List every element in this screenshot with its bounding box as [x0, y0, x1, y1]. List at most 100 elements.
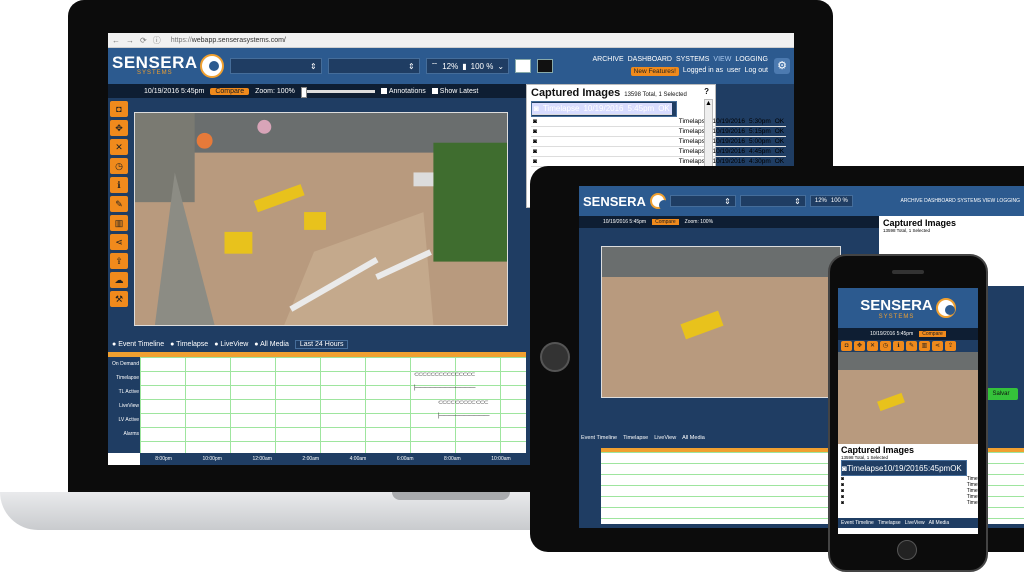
table-row[interactable]: ◙ Timelapse 10/19/2016 5:45pm OK	[841, 460, 967, 476]
logo[interactable]: SENSERA SYSTEMS	[112, 54, 224, 78]
clock-icon[interactable]: ◷	[110, 158, 128, 174]
phone-tab-liveview[interactable]: LiveView	[905, 520, 925, 526]
address-bar[interactable]: https://webapp.senserasystems.com/	[171, 37, 286, 44]
tablet-project-select[interactable]: ⇕	[669, 195, 736, 207]
annotations-checkbox[interactable]	[380, 87, 387, 94]
zoom-slider[interactable]	[300, 86, 375, 98]
tablet-tab-event-timeline[interactable]: Event Timeline	[581, 435, 617, 441]
share-icon[interactable]: ⋖	[110, 234, 128, 250]
tablet-menu-view[interactable]: VIEW	[982, 198, 995, 204]
phone-speaker	[892, 270, 924, 274]
row-camera-icon: ◙	[531, 146, 677, 157]
phone-move-icon[interactable]: ✥	[854, 341, 865, 351]
table-row[interactable]: ◙Timelapse10/19/20165:00pmOK	[531, 136, 787, 147]
view-split-button[interactable]	[515, 59, 532, 73]
trash-icon[interactable]: ▥	[110, 215, 128, 231]
table-row[interactable]: ◙Timelapse10/19/20165:30pmOK	[531, 117, 787, 127]
phone-tools-icon[interactable]: ✕	[867, 341, 878, 351]
phone-photo[interactable]	[838, 352, 978, 444]
upload-icon[interactable]: ⇪	[110, 253, 128, 269]
phone-upload-icon[interactable]: ⇪	[945, 341, 956, 351]
device-mockup: ← → ⟳ ⓘ https://webapp.senserasystems.co…	[0, 0, 1024, 576]
tablet-menu-logging[interactable]: LOGGING	[997, 198, 1020, 204]
camera-select[interactable]: ⇕	[327, 58, 420, 74]
tablet-tab-all-media[interactable]: All Media	[682, 435, 705, 441]
phone-tab-event-timeline[interactable]: Event Timeline	[841, 520, 874, 526]
range-select[interactable]: Last 24 Hours	[294, 339, 349, 349]
phone-trash-icon[interactable]: ▥	[919, 341, 930, 351]
annotations-toggle[interactable]: Annotations	[380, 87, 426, 95]
tab-event-timeline[interactable]: ● Event Timeline	[112, 341, 164, 348]
info-icon[interactable]: ℹ	[110, 177, 128, 193]
row-date: 10/19/2016	[710, 146, 748, 157]
tablet-save-button[interactable]: Salvar	[984, 388, 1018, 400]
tablet-battery: 100 %	[830, 198, 848, 204]
tablet-menu-archive[interactable]: ARCHIVE	[900, 198, 922, 204]
phone-tab-all-media[interactable]: All Media	[929, 520, 950, 526]
table-row[interactable]: ◙Timelapse10/19/20164:30pmOK	[841, 500, 978, 506]
forward-icon[interactable]: →	[126, 36, 134, 45]
tablet-photo[interactable]	[601, 246, 841, 398]
logout-link[interactable]: Log out	[745, 67, 768, 76]
battery-icon: ▮	[462, 61, 467, 71]
tablet-camera-select[interactable]: ⇕	[739, 195, 806, 207]
captured-table: ◙ Timelapse 10/19/2016 5:45pm OK ◙ Timelapse 10…	[531, 101, 787, 167]
row-status: OK	[772, 126, 787, 137]
tablet-menu[interactable]: ARCHIVE DASHBOARD SYSTEMS VIEW LOGGING	[900, 198, 1020, 204]
phone-timeline-tabs: Event Timeline Timelapse LiveView All Me…	[838, 518, 978, 528]
reload-icon[interactable]: ⟳	[140, 36, 147, 45]
table-row[interactable]: ◙ Timelapse 10/19/2016 5:45pm OK	[531, 101, 677, 117]
pencil-icon[interactable]: ✎	[110, 196, 128, 212]
menu-systems[interactable]: SYSTEMS	[676, 56, 709, 63]
tablet-menu-systems[interactable]: SYSTEMS	[957, 198, 981, 204]
view-single-button[interactable]	[537, 59, 554, 73]
tab-all-media[interactable]: ● All Media	[254, 341, 289, 348]
timeline-time-axis: 8:00pm 10:00pm 12:00am 2:00am 4:00am 6:00am 8:…	[140, 453, 526, 465]
tab-liveview[interactable]: ● LiveView	[214, 341, 248, 348]
tablet-tab-timelapse[interactable]: Timelapse	[623, 435, 648, 441]
tablet-menu-dashboard[interactable]: DASHBOARD	[924, 198, 956, 204]
phone-clock-icon[interactable]: ◷	[880, 341, 891, 351]
timeline-row-label: Timelapse	[116, 375, 139, 381]
timelapse-marks: ⊂⊂⊂⊂⊂⊂⊂⊂⊂⊂⊂⊂⊂⊂⊂	[414, 372, 475, 378]
table-row[interactable]: ◙Timelapse10/19/20164:45pmOK	[531, 146, 787, 157]
menu-archive[interactable]: ARCHIVE	[593, 56, 624, 63]
back-icon[interactable]: ←	[112, 36, 120, 45]
tablet-tab-liveview[interactable]: LiveView	[654, 435, 676, 441]
phone-info-icon[interactable]: ℹ	[893, 341, 904, 351]
construction-photo[interactable]	[134, 112, 508, 326]
phone-pencil-icon[interactable]: ✎	[906, 341, 917, 351]
tools-icon[interactable]: ✕	[110, 139, 128, 155]
compare-button[interactable]: Compare	[210, 87, 250, 95]
project-select[interactable]: ⇕	[229, 58, 322, 74]
help-icon[interactable]: ?	[704, 87, 709, 96]
phone-camera-icon[interactable]: ◘	[841, 341, 852, 351]
menu-dashboard[interactable]: DASHBOARD	[628, 56, 672, 63]
gear-icon[interactable]: ⚙	[774, 58, 790, 74]
timeline-row-label: TL Active	[118, 389, 139, 395]
camera-icon[interactable]: ◘	[110, 101, 128, 117]
move-icon[interactable]: ✥	[110, 120, 128, 136]
phone-compare-button[interactable]: Compare	[919, 331, 946, 337]
phone-share-icon[interactable]: ⋖	[932, 341, 943, 351]
tab-timelapse[interactable]: ● Timelapse	[170, 341, 208, 348]
show-latest-toggle[interactable]: Show Latest	[431, 87, 478, 95]
tablet-compare-button[interactable]: Compare	[652, 219, 679, 225]
row-status: OK	[656, 103, 672, 115]
tablet-wifi: 12%	[814, 198, 827, 204]
tablet-datetime: 10/19/2016 5:45pm	[603, 219, 647, 225]
timeline-tabs: ● Event Timeline ● Timelapse ● LiveView …	[108, 337, 526, 351]
phone-tab-timelapse[interactable]: Timelapse	[878, 520, 901, 526]
menu-logging[interactable]: LOGGING	[735, 56, 768, 63]
hammer-icon[interactable]: ⚒	[110, 291, 128, 307]
cloud-icon[interactable]: ☁	[110, 272, 128, 288]
chevron-down-icon[interactable]: ⌄	[497, 62, 504, 71]
row-status: OK	[772, 146, 787, 157]
menu-view[interactable]: VIEW	[713, 56, 731, 63]
show-latest-checkbox[interactable]	[431, 87, 438, 94]
row-type: Timelapse	[846, 463, 884, 473]
new-features-button[interactable]: New Features!	[630, 67, 679, 76]
timeline-tick-label: 6:00am	[396, 456, 414, 462]
table-row[interactable]: ◙Timelapse10/19/20164:30pmOK	[531, 156, 787, 167]
table-row[interactable]: ◙Timelapse10/19/20165:15pmOK	[531, 126, 787, 137]
